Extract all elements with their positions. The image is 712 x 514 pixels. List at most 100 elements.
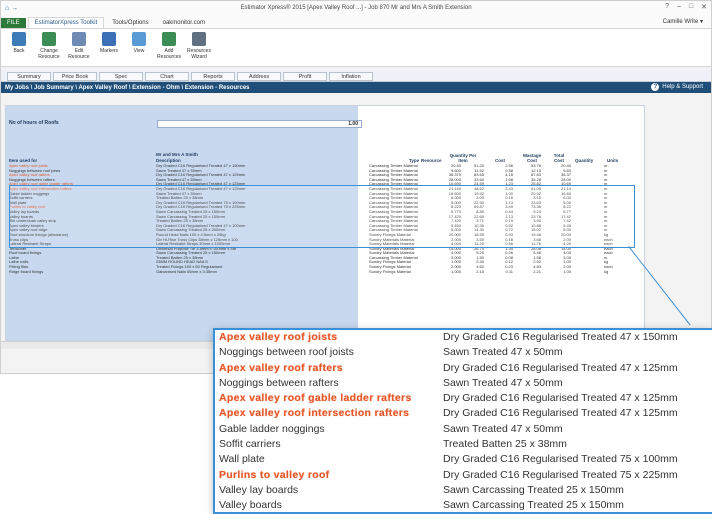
header-type[interactable]: Type [409, 158, 419, 163]
zoom-description: Dry Graded C16 Regularised Treated 75 x … [443, 453, 678, 466]
header-resource[interactable]: Resource [421, 158, 442, 163]
zoom-item-used-for: Valley lay boards [219, 483, 299, 496]
zoom-item-used-for: Apex valley roof rafters [219, 361, 343, 374]
nav-tab[interactable]: Spec [99, 71, 143, 81]
nav-tab[interactable]: Chart [145, 71, 189, 81]
hours-label: No of hours of Roofs [9, 120, 59, 126]
header-units[interactable]: Units [607, 158, 618, 163]
ribbon-button-label: Change Resource [38, 48, 60, 60]
zoom-item-used-for: Apex valley roof joists [219, 331, 338, 343]
zoom-item-used-for: Noggings between rafters [219, 376, 339, 389]
ribbon-tab[interactable]: EstimatorXpress Toolkit [27, 17, 105, 28]
resource-wizard-icon [192, 32, 206, 46]
ribbon-button[interactable]: Edit Resource [65, 32, 93, 60]
ribbon-button-label: Edit Resource [68, 48, 90, 60]
ribbon-button[interactable]: Resources Wizard [185, 32, 213, 60]
column-headers: Mr and Mrs A Smith Item used for Descrip… [9, 143, 639, 163]
nav-tab[interactable]: Price Book [53, 71, 97, 81]
zoom-row: Soffit carriers Treated Batten 25 x 38mm [215, 437, 712, 452]
zoom-description: Sawn Carcassing Treated 25 x 150mm [443, 499, 624, 512]
cell-q: 1.000 [450, 269, 461, 274]
markers-icon [102, 32, 116, 46]
zoom-row: Valley boards Sawn Carcassing Treated 25 … [215, 498, 712, 512]
cell-w: 0.11 [505, 269, 514, 274]
nav-tab[interactable]: Profit [283, 71, 327, 81]
add-resource-icon [162, 32, 176, 46]
highlight-selection-box [9, 185, 635, 248]
cell-desc: Galvanised Nails 65mm x 3.35mm [156, 269, 217, 274]
ribbon-button-label: View [133, 48, 145, 54]
ribbon-button-label: Resources Wizard [187, 48, 211, 60]
ribbon-button[interactable]: View [125, 32, 153, 54]
zoom-row: Apex valley roof gable ladder rafters Dry… [215, 391, 712, 406]
cell-u: kg [604, 269, 609, 274]
zoom-item-used-for: Apex valley roof gable ladder rafters [219, 392, 412, 405]
ribbon-button[interactable]: Add Resources [155, 32, 183, 60]
zoom-row: Purlins to valley roof Dry Graded C16 Reg… [215, 468, 712, 483]
maximize-icon[interactable]: □ [689, 3, 693, 11]
zoom-row: Apex valley roof rafters Dry Graded C16 R… [215, 361, 712, 376]
breadcrumb-path[interactable]: My Jobs \ Job Summary \ Apex Valley Roof… [5, 85, 250, 91]
zoom-callout: Apex valley roof joists Dry Graded C16 Re… [213, 328, 712, 514]
help-icon[interactable]: ? [665, 3, 669, 11]
zoom-row: Apex valley roof joists Dry Graded C16 Re… [215, 330, 712, 345]
nav-tab[interactable]: Address [237, 71, 281, 81]
nav-tab[interactable]: Inflation [329, 71, 373, 81]
help-label: Help & Support [662, 84, 703, 90]
table-row[interactable]: Ridge board fixings Galvanised Nails 65mm… [9, 270, 641, 275]
nav-tab[interactable]: Summary [7, 71, 51, 81]
ribbon-button[interactable]: Markers [95, 32, 123, 54]
nav-tab[interactable]: Reports [191, 71, 235, 81]
zoom-row: Noggings between roof joists Sawn Treated… [215, 345, 712, 360]
header-quantity[interactable]: Quantity [575, 158, 593, 163]
header-qty-per-item[interactable]: Quantity Per Item [449, 153, 477, 163]
ribbon-button[interactable]: Back [5, 32, 33, 54]
hours-row: No of hours of Roofs 1.00 [9, 120, 362, 128]
zoom-item-used-for: Noggings between roof joists [219, 346, 354, 359]
zoom-description: Dry Graded C16 Regularised Treated 47 x … [443, 392, 678, 405]
header-wastage-cost[interactable]: Wastage Cost [519, 153, 545, 163]
breadcrumb: My Jobs \ Job Summary \ Apex Valley Roof… [1, 82, 711, 93]
zoom-description: Sawn Treated 47 x 50mm [443, 376, 563, 389]
app-window: ⌂ → Estimator Xpress® 2015 [Apex Valley … [0, 0, 712, 374]
zoom-description: Treated Batten 25 x 38mm [443, 438, 567, 451]
ribbon-button-label: Back [13, 48, 25, 54]
ribbon-button[interactable]: Change Resource [35, 32, 63, 60]
header-total-cost[interactable]: Total Cost [549, 153, 569, 163]
ribbon-button-label: Markers [99, 48, 119, 54]
help-support-link[interactable]: ? Help & Support [651, 83, 703, 91]
resources-grid: No of hours of Roofs 1.00 Mr and Mrs A S… [5, 105, 645, 341]
cell-t: 2.21 [533, 269, 541, 274]
zoom-item-used-for: Apex valley roof intersection rafters [219, 407, 410, 420]
zoom-description: Dry Graded C16 Regularised Treated 47 x … [443, 331, 678, 343]
hours-input[interactable]: 1.00 [157, 120, 362, 128]
cell-c: 2.10 [476, 269, 484, 274]
minimize-icon[interactable]: – [677, 3, 681, 11]
ribbon-toolbar: Back Change Resource Edit Resource Markers V… [1, 29, 711, 67]
edit-icon [72, 32, 86, 46]
header-item-used-for[interactable]: Item used for [9, 158, 37, 163]
ribbon-tab[interactable]: oakmonitor.com [157, 18, 211, 28]
zoom-item-used-for: Purlins to valley roof [219, 468, 330, 481]
zoom-description: Dry Graded C16 Regularised Treated 47 x … [443, 407, 678, 420]
zoom-item-used-for: Gable ladder noggings [219, 422, 325, 435]
zoom-item-used-for: Valley boards [219, 499, 282, 512]
user-account[interactable]: Camille Write ▾ [663, 18, 703, 25]
header-cost[interactable]: Cost [495, 158, 505, 163]
close-icon[interactable]: ✕ [701, 3, 707, 11]
client-name-header: Mr and Mrs A Smith [156, 152, 198, 157]
zoom-description: Dry Graded C16 Regularised Treated 47 x … [443, 361, 678, 374]
zoom-row: Wall plate Dry Graded C16 Regularised Tre… [215, 452, 712, 467]
window-controls: ? – □ ✕ [665, 3, 707, 11]
header-description[interactable]: Description [156, 158, 181, 163]
cell-type: Sundry Fixings Material [369, 269, 411, 274]
zoom-row: Apex valley roof intersection rafters Dry… [215, 406, 712, 421]
ribbon-tab[interactable]: Tools/Options [106, 18, 154, 28]
cell-item: Ridge board fixings [9, 269, 44, 274]
ribbon-tab[interactable]: FILE [1, 18, 26, 28]
zoom-description: Sawn Carcassing Treated 25 x 150mm [443, 483, 624, 496]
zoom-description: Dry Graded C16 Regularised Treated 75 x … [443, 468, 678, 481]
ribbon-button-label: Add Resources [157, 48, 181, 60]
view-icon [132, 32, 146, 46]
zoom-row: Noggings between rafters Sawn Treated 47 … [215, 376, 712, 391]
